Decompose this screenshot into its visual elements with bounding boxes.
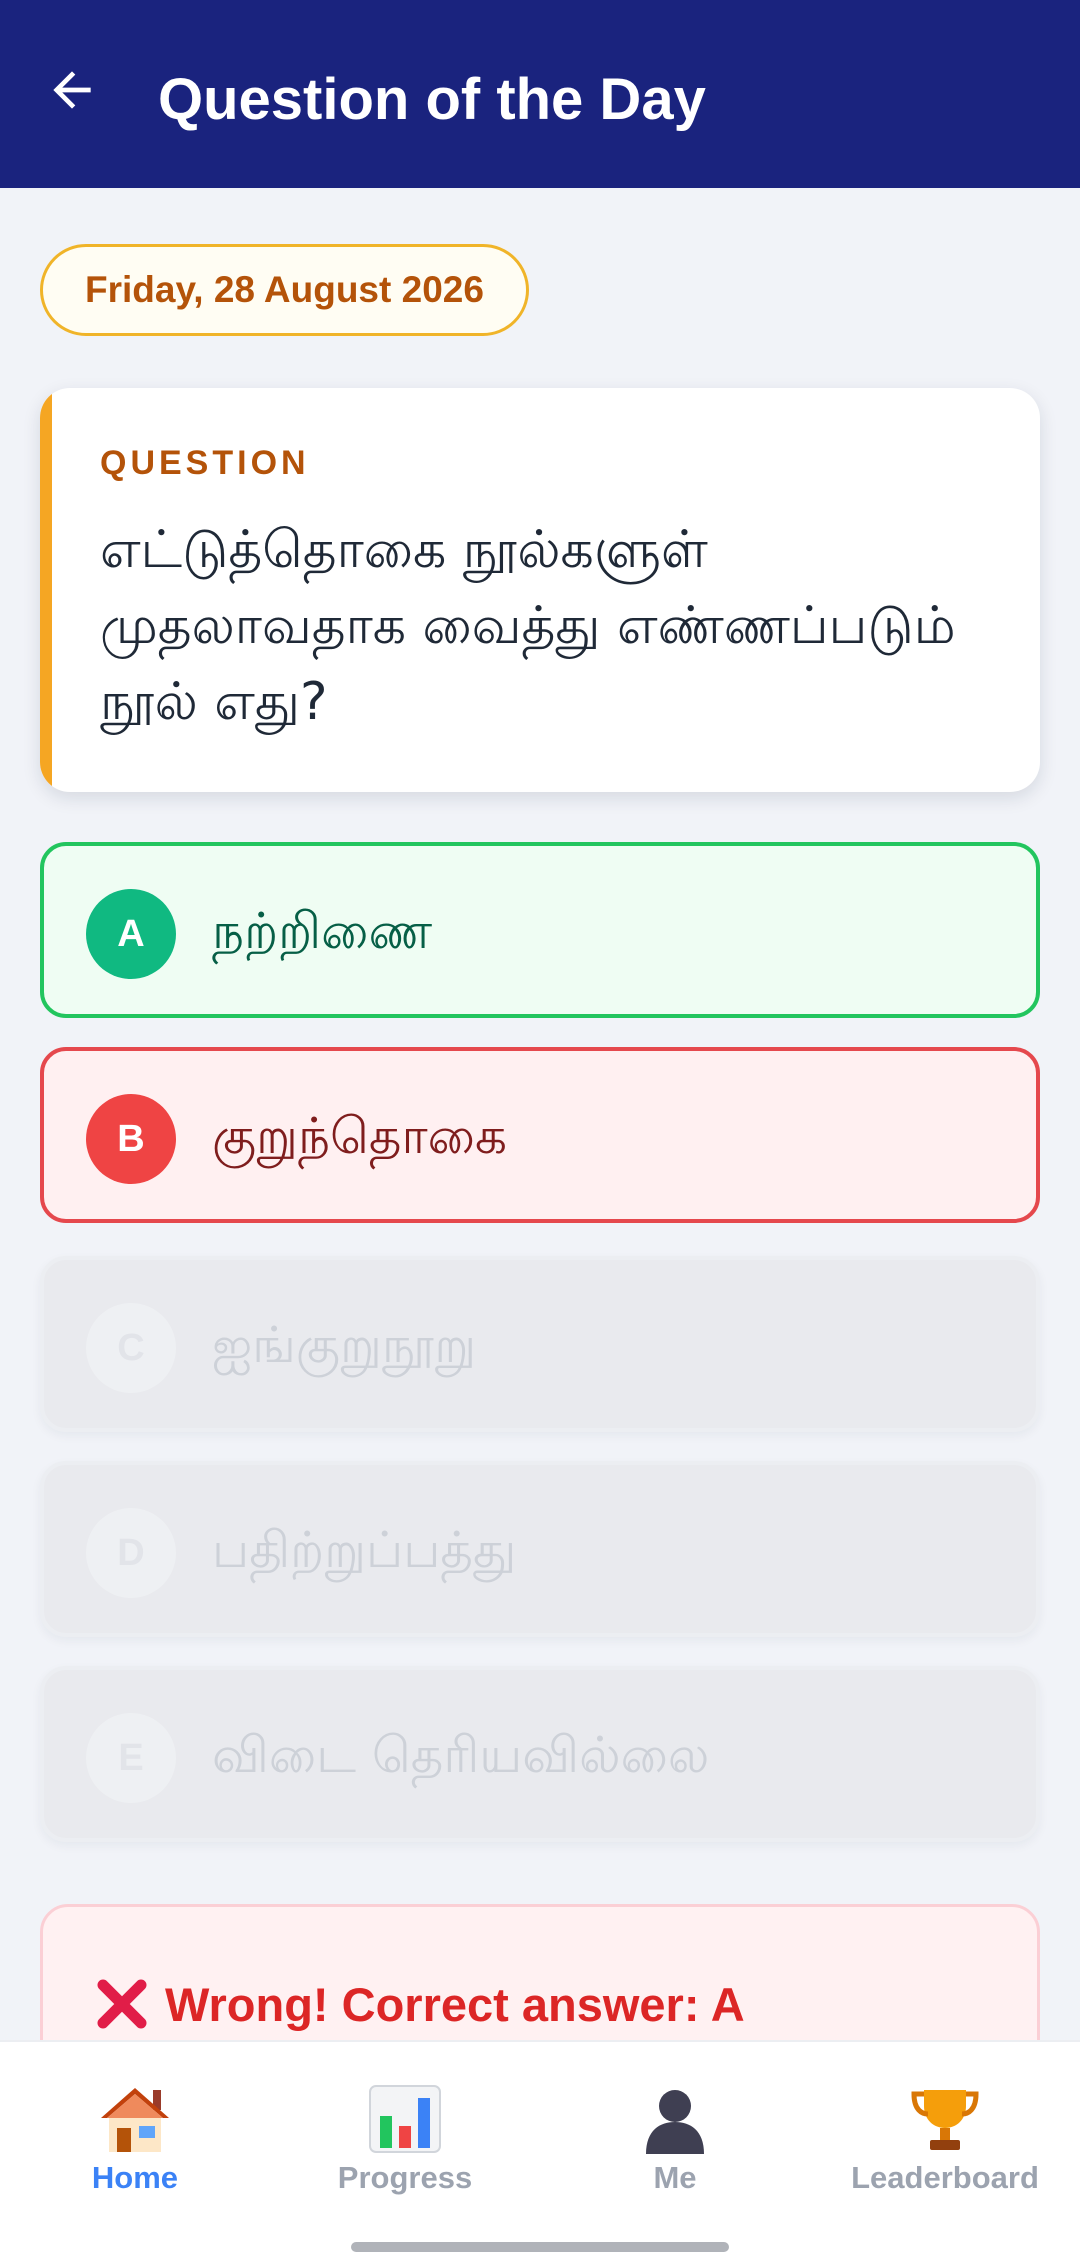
question-text: எட்டுத்தொகை நூல்களுள் முதலாவதாக வைத்து எ… — [100, 520, 956, 732]
person-silhouette-icon — [635, 2082, 715, 2154]
option-d[interactable]: D பதிற்றுப்பத்து — [40, 1461, 1040, 1637]
bar-chart-icon — [365, 2082, 445, 2154]
option-text: விடை தெரியவில்லை — [212, 1725, 710, 1784]
option-b[interactable]: B குறுந்தொகை — [40, 1047, 1040, 1223]
question-card: QUESTION எட்டுத்தொகை நூல்களுள் முதலாவதாக… — [40, 388, 1040, 792]
option-a[interactable]: A நற்றிணை — [40, 842, 1040, 1018]
arrow-left-icon — [53, 71, 91, 109]
result-row: Wrong! Correct answer: A — [93, 1975, 745, 2033]
nav-label: Me — [653, 2160, 697, 2195]
home-indicator[interactable] — [351, 2242, 729, 2252]
nav-item-home[interactable]: Home — [0, 2082, 270, 2212]
option-text: பதிற்றுப்பத்து — [212, 1520, 517, 1579]
nav-item-progress[interactable]: Progress — [270, 2082, 540, 2212]
back-button[interactable] — [36, 54, 108, 126]
option-text: ஐங்குறுநூறு — [212, 1315, 477, 1374]
nav-label: Leaderboard — [851, 2160, 1039, 2195]
option-letter-badge: C — [86, 1303, 176, 1393]
option-e[interactable]: E விடை தெரியவில்லை — [40, 1666, 1040, 1842]
nav-label: Home — [91, 2160, 179, 2195]
nav-item-leaderboard[interactable]: Leaderboard — [810, 2082, 1080, 2212]
result-text: Wrong! Correct answer: A — [165, 1977, 745, 2031]
option-text: குறுந்தொகை — [212, 1106, 507, 1165]
date-badge: Friday, 28 August 2026 — [40, 244, 529, 336]
question-label: QUESTION — [100, 444, 310, 482]
house-icon — [95, 2082, 175, 2154]
option-letter-badge: D — [86, 1508, 176, 1598]
cross-mark-icon — [97, 1979, 147, 2029]
option-c[interactable]: C ஐங்குறுநூறு — [40, 1256, 1040, 1432]
trophy-icon — [905, 2082, 985, 2154]
bottom-navigation: Home Progress Me Leaderboard — [0, 2040, 1080, 2268]
option-text: நற்றிணை — [212, 901, 433, 960]
nav-item-me[interactable]: Me — [540, 2082, 810, 2212]
page-title: Question of the Day — [158, 67, 706, 132]
question-accent-bar — [40, 388, 52, 792]
option-letter-badge: B — [86, 1094, 176, 1184]
option-letter-badge: E — [86, 1713, 176, 1803]
app-bar: Question of the Day — [0, 0, 1080, 188]
option-letter-badge: A — [86, 889, 176, 979]
nav-label: Progress — [337, 2160, 473, 2195]
